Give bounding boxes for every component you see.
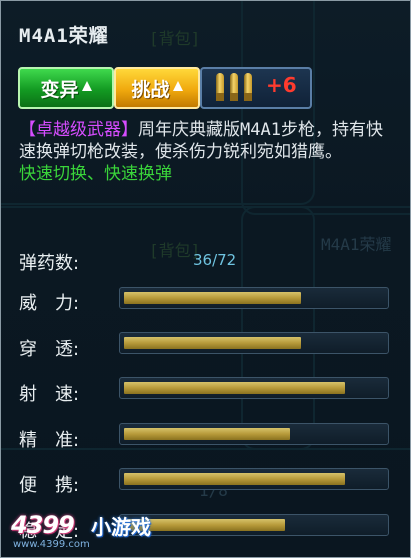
stat-fill [124,337,301,349]
ammo-label: 弹药数: [19,253,80,274]
challenge-label: 挑战 [131,78,170,101]
variant-label: 变异 [40,78,79,101]
stat-bar-portability [119,468,389,490]
background-weapon-name: M4A1荣耀 [321,235,392,254]
stat-bar-fire-rate [119,377,389,399]
stat-label-portability: 便 携: [19,475,80,496]
bullet-icon [230,73,238,101]
stat-label-power: 威 力: [19,293,80,314]
stat-label-accuracy: 精 准: [19,430,80,451]
ammo-value: 36/72 [193,251,237,269]
background-tag: [背包] [149,29,201,48]
site-watermark-logo: 4399 小游戏 www.4399.com [11,511,171,555]
weapon-grade-tag: 【卓越级武器】 [19,120,138,140]
ammo-bonus-badge: +6 [200,67,312,109]
watermark-brand: 小游戏 [91,515,151,539]
bullet-icon [216,73,224,101]
up-arrow-icon [81,81,92,91]
up-arrow-icon [172,81,183,91]
weapon-name: M4A1荣耀 [19,25,109,47]
variant-badge: 变异 [18,67,114,109]
watermark-number: 4399 [11,511,75,539]
ammo-bonus-value: +6 [266,73,297,97]
stat-fill [124,428,290,440]
stat-bar-penetration [119,332,389,354]
weapon-features: 快速切换、快速换弹 [19,164,172,184]
weapon-description: 【卓越级武器】周年庆典藏版M4A1步枪，持有快速换弹切枪改装，使杀伤力锐利宛如猎… [19,119,399,185]
stat-bar-power [119,287,389,309]
bullet-icon [244,73,252,101]
stat-bar-accuracy [119,423,389,445]
stat-label-penetration: 穿 透: [19,339,80,360]
stat-label-fire-rate: 射 速: [19,384,80,405]
weapon-info-tooltip: [背包] [背包] M4A1荣耀 1/8 M4A1荣耀 变异 挑战 +6 【卓越… [0,0,411,558]
stat-fill [124,473,345,485]
watermark-url: www.4399.com [13,539,90,550]
stat-fill [124,292,301,304]
challenge-badge: 挑战 [114,67,200,109]
stat-fill [124,382,345,394]
